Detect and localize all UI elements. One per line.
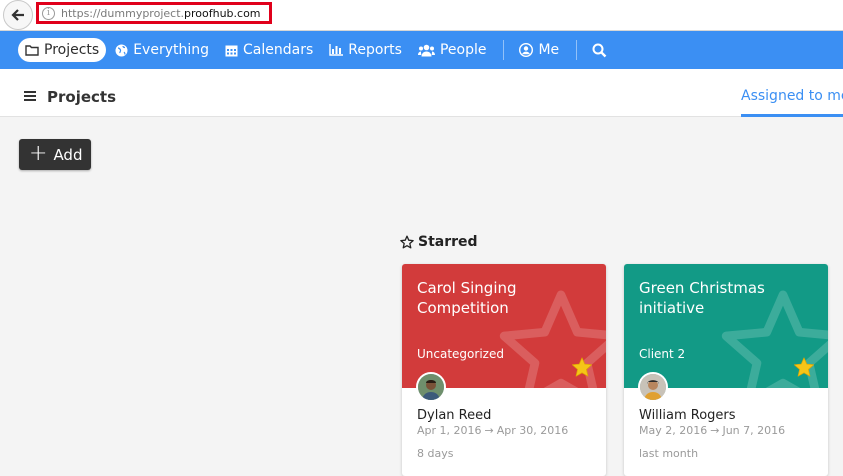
nav-reports[interactable]: Reports [322, 38, 409, 62]
nav-projects-label: Projects [44, 42, 100, 58]
nav-calendars-label: Calendars [243, 42, 314, 58]
bar-chart-icon [329, 44, 344, 56]
url-prefix: https://dummyproject. [61, 6, 184, 20]
nav-reports-label: Reports [348, 42, 402, 58]
main-nav: Projects Everything Calendars Reports Pe… [0, 31, 843, 69]
nav-divider [576, 40, 578, 60]
url-bar[interactable]: i https://dummyproject. proofhub.com [36, 2, 272, 24]
starred-heading: Starred [400, 234, 478, 250]
project-title[interactable]: Green Christmas initiative [639, 278, 813, 318]
back-button[interactable] [3, 0, 33, 30]
project-card[interactable]: Carol Singing Competition Uncategorized … [402, 264, 606, 476]
avatar[interactable] [638, 372, 668, 402]
url-domain: proofhub.com [184, 6, 261, 20]
start-date: May 2, 2016 [639, 424, 708, 437]
users-icon [417, 44, 435, 56]
project-title[interactable]: Carol Singing Competition [417, 278, 591, 318]
project-remaining: 8 days [417, 447, 454, 460]
project-category: Client 2 [639, 347, 686, 361]
star-filled-icon[interactable] [571, 356, 593, 378]
add-project-button[interactable]: + Add [19, 139, 91, 170]
page-header: Projects Assigned to me [0, 69, 843, 117]
star-outline-icon [400, 235, 414, 249]
nav-me-label: Me [538, 42, 560, 58]
star-filled-icon[interactable] [793, 356, 815, 378]
nav-everything-label: Everything [133, 42, 209, 58]
arrow-right-icon: → [710, 424, 720, 437]
menu-icon[interactable] [24, 91, 36, 103]
start-date: Apr 1, 2016 [417, 424, 482, 437]
project-owner: Dylan Reed [417, 408, 492, 423]
end-date: Apr 30, 2016 [496, 424, 569, 437]
info-icon[interactable]: i [42, 6, 55, 20]
project-owner: William Rogers [639, 408, 736, 423]
project-dates: Apr 1, 2016 → Apr 30, 2016 [417, 424, 568, 437]
add-button-label: Add [53, 145, 83, 164]
project-category: Uncategorized [417, 347, 504, 361]
nav-calendars[interactable]: Calendars [218, 38, 320, 62]
nav-projects[interactable]: Projects [18, 38, 107, 62]
page-title: Projects [47, 88, 117, 106]
nav-everything[interactable]: Everything [108, 38, 216, 62]
folder-icon [25, 45, 39, 56]
project-dates: May 2, 2016 → Jun 7, 2016 [639, 424, 785, 437]
project-card-header: Carol Singing Competition Uncategorized [402, 264, 606, 388]
calendar-icon [225, 45, 238, 56]
search-icon [592, 43, 607, 57]
plus-icon: + [29, 140, 48, 166]
end-date: Jun 7, 2016 [722, 424, 786, 437]
starred-label: Starred [418, 234, 478, 250]
avatar[interactable] [416, 372, 446, 402]
user-circle-icon [519, 43, 534, 57]
globe-icon [115, 44, 128, 56]
tab-assigned-to-me[interactable]: Assigned to me [741, 88, 843, 104]
nav-people[interactable]: People [411, 38, 494, 62]
nav-people-label: People [439, 42, 487, 58]
nav-divider [503, 40, 505, 60]
browser-toolbar: i https://dummyproject. proofhub.com [0, 0, 843, 31]
project-card[interactable]: Green Christmas initiative Client 2 Will… [624, 264, 828, 476]
project-card-header: Green Christmas initiative Client 2 [624, 264, 828, 388]
project-remaining: last month [639, 447, 699, 460]
nav-me[interactable]: Me [512, 38, 566, 62]
arrow-left-icon [11, 9, 24, 21]
search-button[interactable] [585, 38, 619, 62]
active-tab-indicator [741, 114, 843, 117]
arrow-right-icon: → [484, 424, 494, 437]
